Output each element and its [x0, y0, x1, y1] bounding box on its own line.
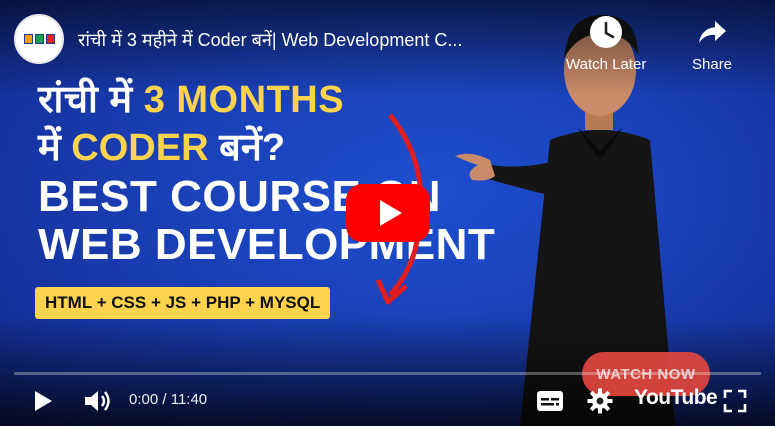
play-icon: [35, 391, 52, 411]
share-label: Share: [692, 56, 733, 73]
headline-highlight: 3 MONTHS: [143, 79, 345, 121]
thumbnail-headline-line1: रांची में 3 MONTHS: [38, 72, 344, 124]
large-play-button[interactable]: [346, 184, 430, 242]
tech-stack-banner: HTML + CSS + JS + PHP + MYSQL: [35, 287, 331, 319]
headline-text: में: [38, 127, 72, 169]
headline-highlight: CODER: [71, 127, 209, 169]
youtube-logo[interactable]: YouTube: [634, 386, 718, 410]
video-player[interactable]: रांची में 3 MONTHS में CODER बनें? BEST …: [0, 0, 775, 426]
progress-bar[interactable]: [14, 372, 761, 375]
headline-text: बनें?: [208, 127, 286, 169]
play-button[interactable]: [28, 383, 58, 419]
share-arrow-icon: [694, 14, 730, 50]
watch-later-button[interactable]: Watch Later: [566, 14, 646, 73]
share-button[interactable]: Share: [692, 14, 732, 73]
kreative-academy-logo-icon: [23, 34, 55, 44]
volume-button[interactable]: [80, 383, 114, 419]
captions-button[interactable]: [534, 383, 566, 419]
thumbnail-headline-line2: में CODER बनें?: [38, 120, 285, 172]
gear-icon: [587, 388, 613, 414]
clock-icon: [588, 14, 624, 50]
time-separator: /: [158, 391, 171, 408]
volume-icon: [85, 391, 110, 411]
time-display: 0:00 / 11:40: [129, 391, 207, 408]
headline-text: रांची में: [38, 79, 144, 121]
video-title[interactable]: रांची में 3 महीने में Coder बनें| Web De…: [78, 28, 558, 52]
settings-button[interactable]: [584, 383, 616, 419]
fullscreen-button[interactable]: [720, 383, 750, 419]
play-icon: [379, 200, 402, 226]
fullscreen-icon: [723, 389, 747, 413]
current-time: 0:00: [129, 391, 159, 408]
channel-avatar[interactable]: [14, 14, 64, 64]
watch-later-label: Watch Later: [566, 56, 647, 73]
duration: 11:40: [170, 391, 208, 408]
subtitles-icon: [537, 391, 563, 411]
